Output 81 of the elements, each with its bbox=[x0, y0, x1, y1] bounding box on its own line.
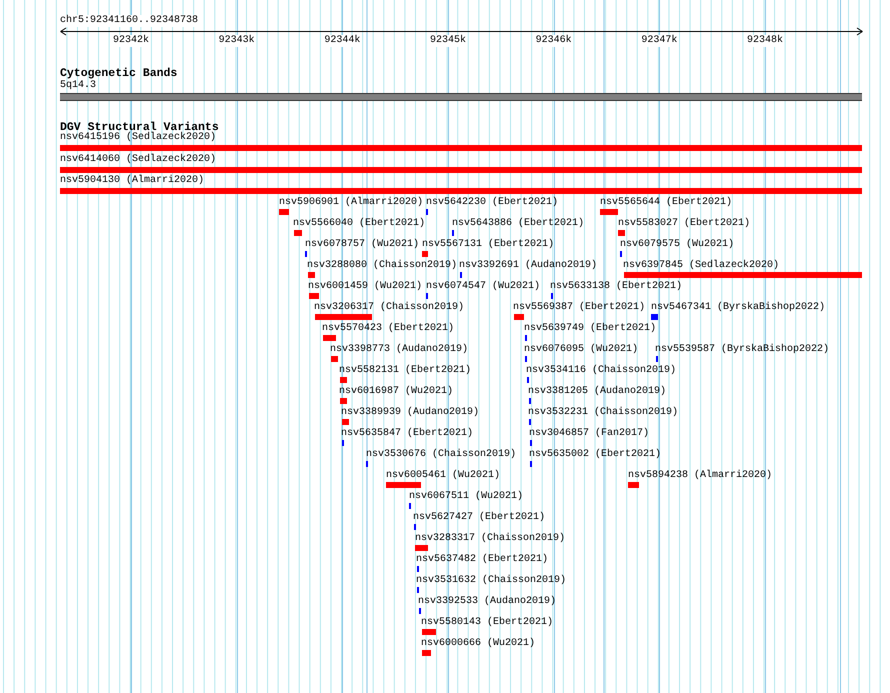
band-bar[interactable] bbox=[60, 93, 862, 101]
variant-bar[interactable] bbox=[600, 209, 618, 215]
variant-label: nsv3530676 (Chaisson2019) bbox=[366, 449, 516, 461]
variant-label: nsv3381205 (Audano2019) bbox=[528, 386, 666, 398]
variant-label: nsv3392691 (Audano2019) bbox=[459, 260, 598, 272]
variant-label: nsv5467341 (ByrskaBishop2022) bbox=[651, 302, 826, 314]
variant-label: nsv6414060 (Sedlazeck2020) bbox=[60, 154, 216, 166]
tick-label: 92346k bbox=[536, 35, 572, 47]
variant-label: nsv6001459 (Wu2021) bbox=[308, 281, 422, 293]
variant-bar[interactable] bbox=[651, 314, 658, 320]
variant-bar[interactable] bbox=[60, 188, 862, 194]
variant-label: nsv6005461 (Wu2021) bbox=[386, 470, 500, 482]
variant-label: nsv5639749 (Ebert2021) bbox=[524, 323, 656, 335]
track-title: Cytogenetic Bands bbox=[60, 67, 178, 80]
variant-label: nsv6074547 (Wu2021) bbox=[426, 281, 540, 293]
variant-bar[interactable] bbox=[309, 293, 319, 299]
variant-label: nsv6415196 (Sedlazeck2020) bbox=[60, 132, 216, 144]
variant-label: nsv5642230 (Ebert2021) bbox=[426, 197, 558, 209]
tick-label: 92347k bbox=[641, 35, 678, 47]
variant-label: nsv5583027 (Ebert2021) bbox=[618, 218, 750, 230]
variant-bar[interactable] bbox=[514, 314, 524, 320]
variant-bar[interactable] bbox=[422, 650, 431, 656]
tick-label: 92348k bbox=[747, 35, 784, 47]
variant-bar[interactable] bbox=[340, 377, 347, 383]
tick-label: 92345k bbox=[430, 35, 466, 47]
variant-label: nsv3532231 (Chaisson2019) bbox=[528, 407, 678, 419]
location-label: chr5:92341160..92348738 bbox=[60, 15, 198, 27]
variant-label: nsv5569387 (Ebert2021) bbox=[513, 302, 646, 314]
variant-label: nsv3046857 (Fan2017) bbox=[529, 428, 650, 440]
variant-bar[interactable] bbox=[60, 145, 862, 151]
variant-bar[interactable] bbox=[315, 314, 372, 320]
variant-label: nsv5566040 (Ebert2021) bbox=[293, 218, 426, 230]
variant-label: nsv6067511 (Wu2021) bbox=[409, 491, 524, 503]
variant-label: nsv6079575 (Wu2021) bbox=[620, 239, 734, 251]
variant-bar[interactable] bbox=[323, 335, 336, 341]
variant-bar[interactable] bbox=[294, 230, 302, 236]
tick-label: 92344k bbox=[324, 35, 360, 47]
variant-label: nsv5906901 (Almarri2020) bbox=[279, 197, 424, 209]
variant-bar[interactable] bbox=[279, 209, 289, 215]
variant-label: nsv3288080 (Chaisson2019) bbox=[307, 260, 458, 272]
variant-bar[interactable] bbox=[60, 167, 862, 173]
variant-label: nsv5637482 (Ebert2021) bbox=[416, 554, 548, 566]
variant-label: nsv3534116 (Chaisson2019) bbox=[526, 365, 676, 377]
variant-label: nsv3389939 (Audano2019) bbox=[341, 407, 480, 419]
variant-label: nsv6397845 (Sedlazeck2020) bbox=[623, 260, 780, 272]
variant-bar[interactable] bbox=[340, 398, 347, 404]
variant-label: nsv6016987 (Wu2021) bbox=[339, 386, 454, 398]
variant-bar[interactable] bbox=[618, 230, 625, 236]
variant-label: nsv3206317 (Chaisson2019) bbox=[314, 302, 464, 314]
variant-bar[interactable] bbox=[624, 272, 862, 278]
variant-label: nsv3392533 (Audano2019) bbox=[418, 596, 556, 608]
variant-bar[interactable] bbox=[415, 545, 428, 551]
variant-label: nsv5539587 (ByrskaBishop2022) bbox=[655, 344, 830, 356]
variant-bar[interactable] bbox=[331, 356, 338, 362]
variant-label: nsv5565644 (Ebert2021) bbox=[600, 197, 732, 209]
variant-bar[interactable] bbox=[342, 419, 349, 425]
variant-bar[interactable] bbox=[628, 482, 639, 488]
variant-label: nsv5643886 (Ebert2021) bbox=[452, 218, 584, 230]
variant-label: nsv5570423 (Ebert2021) bbox=[322, 323, 454, 335]
band-label: 5q14.3 bbox=[60, 80, 96, 92]
variant-bar[interactable] bbox=[422, 629, 436, 635]
variant-label: nsv5633138 (Ebert2021) bbox=[550, 281, 682, 293]
variant-label: nsv5567131 (Ebert2021) bbox=[422, 239, 554, 251]
variant-bar[interactable] bbox=[422, 251, 428, 257]
tick-label: 92342k bbox=[113, 35, 149, 47]
variant-label: nsv6076095 (Wu2021) bbox=[524, 344, 638, 356]
variant-label: nsv3283317 (Chaisson2019) bbox=[415, 533, 566, 545]
variant-label: nsv3398773 (Audano2019) bbox=[330, 344, 468, 356]
variant-label: nsv5894238 (Almarri2020) bbox=[628, 470, 772, 482]
variant-label: nsv3531632 (Chaisson2019) bbox=[416, 575, 566, 587]
tick-label: 92343k bbox=[218, 35, 255, 47]
variant-bar[interactable] bbox=[308, 272, 315, 278]
variant-label: nsv5635847 (Ebert2021) bbox=[341, 428, 474, 440]
variant-label: nsv5580143 (Ebert2021) bbox=[421, 617, 554, 629]
variant-bar[interactable] bbox=[386, 482, 421, 488]
variant-label: nsv5635002 (Ebert2021) bbox=[529, 449, 662, 461]
variant-label: nsv5904130 (Almarri2020) bbox=[60, 175, 204, 187]
variant-label: nsv6078757 (Wu2021) bbox=[305, 239, 420, 251]
variant-label: nsv6000666 (Wu2021) bbox=[421, 638, 536, 650]
variant-label: nsv5627427 (Ebert2021) bbox=[413, 512, 546, 524]
variant-label: nsv5582131 (Ebert2021) bbox=[339, 365, 472, 377]
